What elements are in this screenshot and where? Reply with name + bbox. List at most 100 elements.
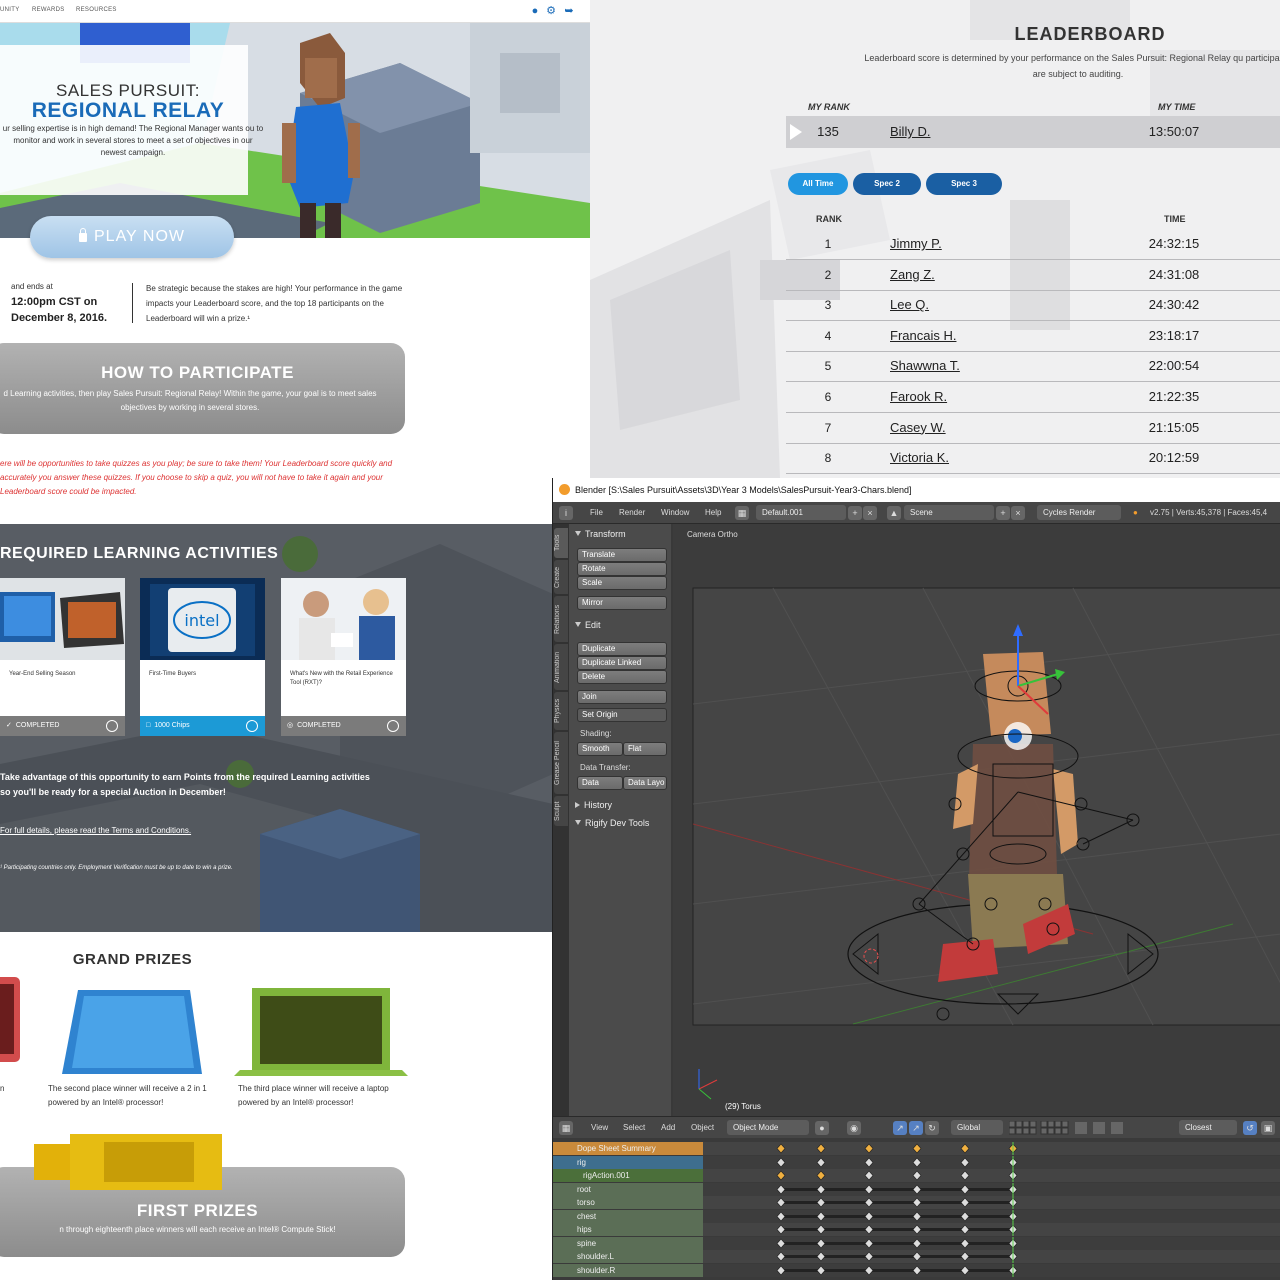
rotate-manipulator-icon[interactable]: ↻ (925, 1121, 939, 1135)
menu-add[interactable]: Add (661, 1123, 675, 1132)
name-cell[interactable]: Casey W. (890, 413, 946, 443)
terms-link[interactable]: For full details, please read the Terms … (0, 826, 191, 835)
render-engine-select[interactable]: Cycles Render (1037, 505, 1121, 520)
menu-render[interactable]: Render (619, 508, 645, 517)
pivot-icon[interactable]: ◉ (847, 1121, 861, 1135)
menu-file[interactable]: File (590, 508, 603, 517)
duplicate-button[interactable]: Duplicate (577, 642, 667, 656)
tab-animation[interactable]: Animation (554, 644, 568, 690)
filter-all-time[interactable]: All Time (788, 173, 848, 195)
name-cell[interactable]: Shawwna T. (890, 351, 960, 381)
bone-channel[interactable]: root (553, 1182, 703, 1196)
bone-channel[interactable]: spine (553, 1236, 703, 1250)
keyframe-track[interactable] (703, 1196, 1280, 1209)
keyframe-track[interactable] (703, 1223, 1280, 1236)
keyframe-track[interactable] (703, 1182, 1280, 1196)
add-icon[interactable]: + (996, 506, 1010, 520)
info-icon[interactable]: i (559, 506, 573, 520)
keyframe-track[interactable] (703, 1155, 1280, 1169)
render-icon[interactable]: ▣ (1261, 1121, 1275, 1135)
nav-link-community[interactable]: UNITY (0, 7, 20, 13)
action-channel[interactable]: rigAction.001 (553, 1169, 703, 1182)
keyframe-track[interactable] (703, 1209, 1280, 1223)
orientation-select[interactable]: Global (951, 1120, 1003, 1135)
keyframe-track[interactable] (703, 1169, 1280, 1182)
name-cell[interactable]: Lee Q. (890, 290, 929, 320)
mode-select[interactable]: Object Mode (727, 1120, 809, 1135)
translate-button[interactable]: Translate (577, 548, 667, 562)
tab-grease-pencil[interactable]: Grease Pencil (554, 732, 568, 794)
user-icon[interactable]: ● (529, 5, 541, 17)
menu-icon[interactable] (106, 720, 118, 732)
layout-icon[interactable]: ▦ (735, 506, 749, 520)
bone-channel[interactable]: shoulder.L (553, 1250, 703, 1263)
activity-card[interactable]: Year-End Selling Season ✓ COMPLETED (0, 578, 125, 736)
shading-mode-icon[interactable]: ● (815, 1121, 829, 1135)
menu-view[interactable]: View (591, 1123, 608, 1132)
activity-card[interactable]: intel First-Time Buyers □ 1000 Chips (140, 578, 265, 736)
rotate-button[interactable]: Rotate (577, 562, 667, 576)
tab-physics[interactable]: Physics (554, 692, 568, 730)
edit-section[interactable]: Edit (575, 620, 601, 630)
name-cell[interactable]: Victoria K. (890, 443, 949, 473)
flat-button[interactable]: Flat (623, 742, 667, 756)
filter-spec-3[interactable]: Spec 3 (926, 173, 1002, 195)
bone-channel[interactable]: hips (553, 1223, 703, 1236)
translate-manipulator-icon[interactable]: ↗ (909, 1121, 923, 1135)
scene-icon[interactable]: ▲ (887, 506, 901, 520)
history-section[interactable]: History (575, 800, 612, 810)
bone-channel[interactable]: shoulder.R (553, 1263, 703, 1277)
set-origin-dropdown[interactable]: Set Origin (577, 708, 667, 722)
data-button[interactable]: Data (577, 776, 623, 790)
keyframe-track[interactable] (703, 1142, 1280, 1155)
layer-buttons[interactable] (1009, 1121, 1179, 1135)
activity-card[interactable]: What's New with the Retail Experience To… (281, 578, 406, 736)
name-cell[interactable]: Zang Z. (890, 260, 935, 290)
menu-icon[interactable] (387, 720, 399, 732)
mirror-button[interactable]: Mirror (577, 596, 667, 610)
menu-object[interactable]: Object (691, 1123, 714, 1132)
join-button[interactable]: Join (577, 690, 667, 704)
tab-sculpt[interactable]: Sculpt (554, 796, 568, 826)
3d-viewport[interactable]: Camera Ortho (29) Torus (673, 524, 1280, 1124)
close-icon[interactable]: × (863, 506, 877, 520)
tab-tools[interactable]: Tools (554, 528, 568, 558)
filter-spec-2[interactable]: Spec 2 (853, 173, 921, 195)
bone-channel[interactable]: chest (553, 1209, 703, 1223)
name-cell[interactable]: Francais H. (890, 321, 956, 351)
menu-window[interactable]: Window (661, 508, 689, 517)
name-cell[interactable]: Jimmy P. (890, 229, 942, 259)
tab-create[interactable]: Create (554, 560, 568, 594)
logout-icon[interactable]: ➥ (563, 5, 575, 17)
manipulator-icon[interactable]: ↗ (893, 1121, 907, 1135)
menu-select[interactable]: Select (623, 1123, 645, 1132)
screen-layout-field[interactable]: Default.001 (756, 505, 846, 520)
nav-link-rewards[interactable]: REWARDS (32, 7, 65, 13)
delete-button[interactable]: Delete (577, 670, 667, 684)
smooth-button[interactable]: Smooth (577, 742, 623, 756)
scene-field[interactable]: Scene (904, 505, 994, 520)
my-name[interactable]: Billy D. (890, 116, 930, 148)
rigify-section[interactable]: Rigify Dev Tools (575, 818, 649, 828)
snap-target-select[interactable]: Closest (1179, 1120, 1237, 1135)
dope-summary-channel[interactable]: Dope Sheet Summary (553, 1142, 703, 1155)
duplicate-linked-button[interactable]: Duplicate Linked (577, 656, 667, 670)
rig-channel[interactable]: rig (553, 1155, 703, 1169)
bone-channel[interactable]: torso (553, 1196, 703, 1209)
keyframe-track[interactable] (703, 1263, 1280, 1277)
keyframe-track[interactable] (703, 1250, 1280, 1263)
keyframe-track[interactable] (703, 1236, 1280, 1250)
tab-relations[interactable]: Relations (554, 596, 568, 642)
gear-icon[interactable]: ⚙ (545, 5, 557, 17)
data-layout-button[interactable]: Data Layo (623, 776, 667, 790)
menu-icon[interactable] (246, 720, 258, 732)
close-icon[interactable]: × (1011, 506, 1025, 520)
add-icon[interactable]: + (848, 506, 862, 520)
transform-section[interactable]: Transform (575, 529, 626, 539)
scale-button[interactable]: Scale (577, 576, 667, 590)
editor-type-icon[interactable]: ▦ (559, 1121, 573, 1135)
nav-link-resources[interactable]: RESOURCES (76, 7, 117, 13)
name-cell[interactable]: Farook R. (890, 382, 947, 412)
snap-icon[interactable]: ↺ (1243, 1121, 1257, 1135)
menu-help[interactable]: Help (705, 508, 721, 517)
